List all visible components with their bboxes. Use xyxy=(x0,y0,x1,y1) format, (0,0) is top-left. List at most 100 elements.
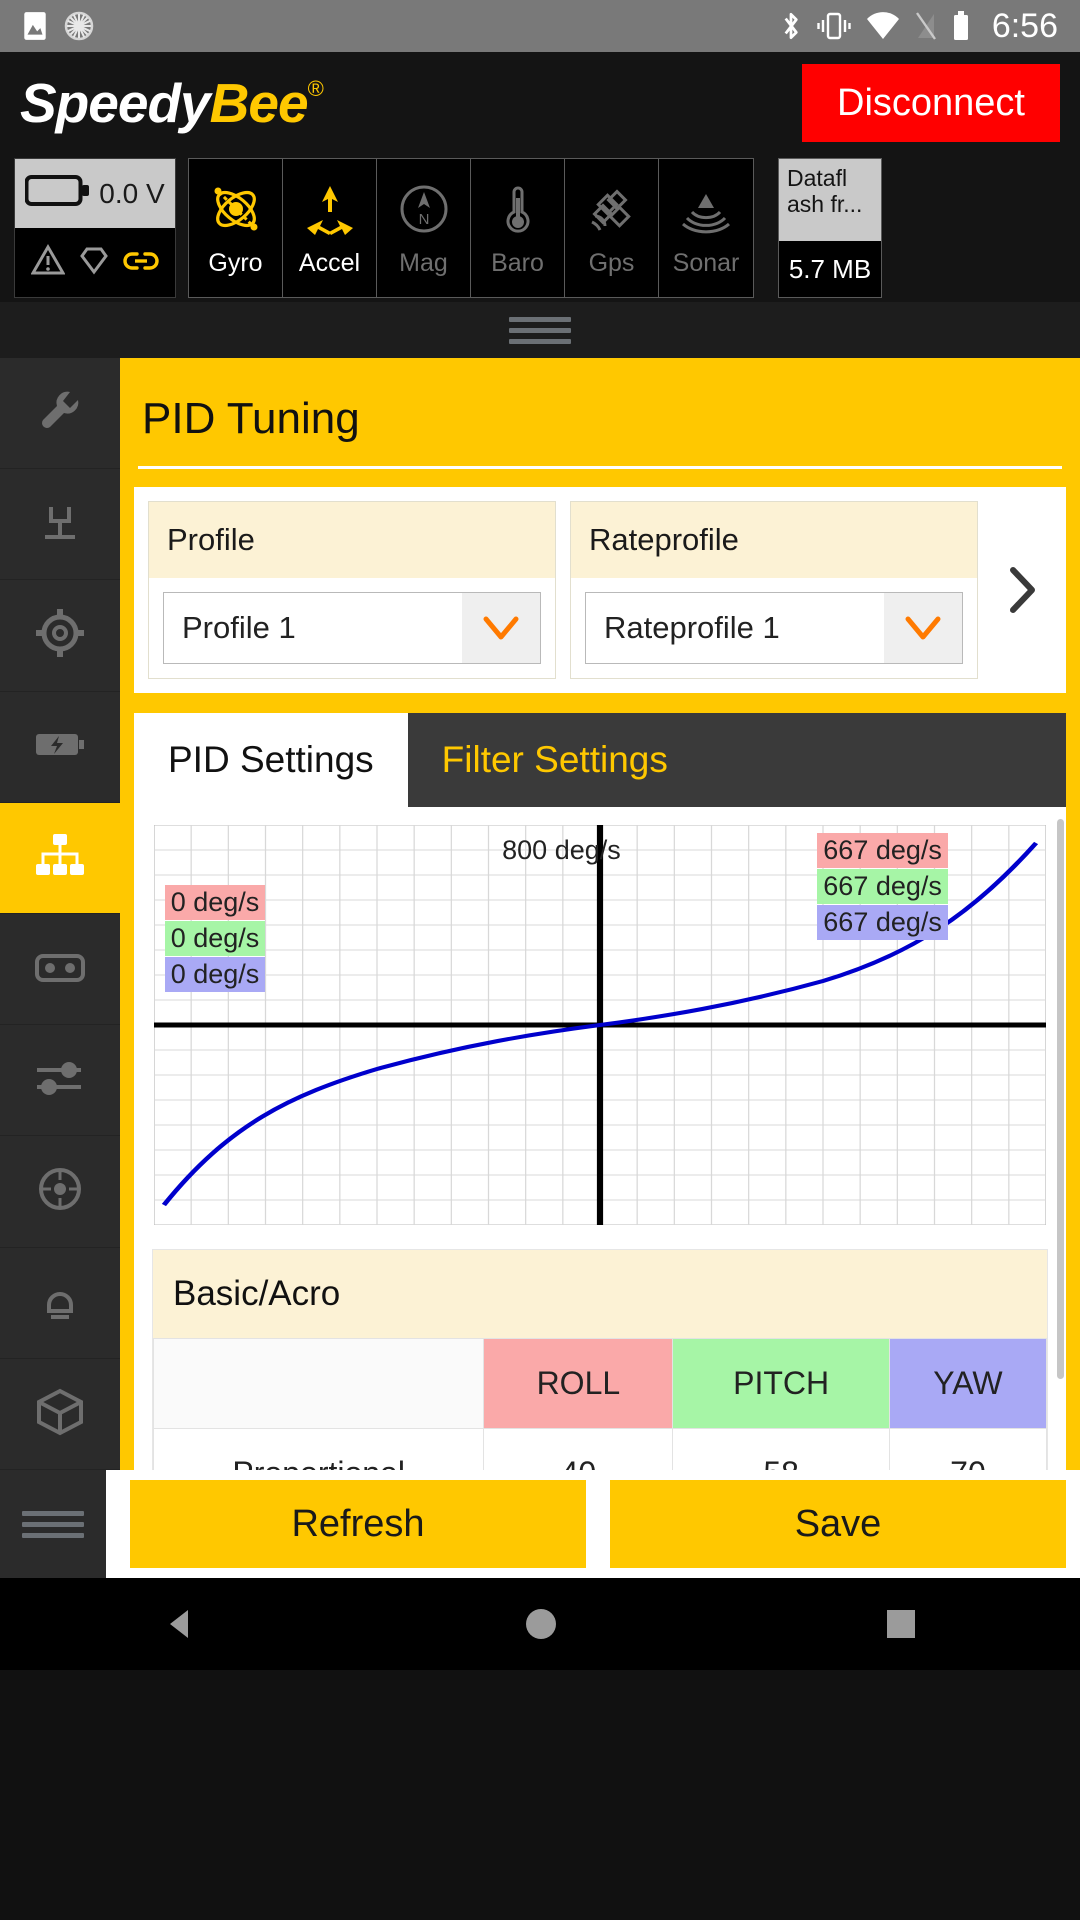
sidebar-item-setup[interactable] xyxy=(0,358,120,470)
rate-curve-chart-wrap: 800 deg/s 0 deg/s 0 deg/s 0 deg/s 667 de… xyxy=(134,807,1066,1235)
chart-left-label-pitch: 0 deg/s xyxy=(164,921,266,956)
compass-icon: N xyxy=(393,178,455,245)
panel-drag-bar[interactable] xyxy=(0,302,1080,358)
tab-filter-settings[interactable]: Filter Settings xyxy=(408,713,702,807)
modes-icon xyxy=(31,1051,89,1110)
battery-outline-icon xyxy=(24,174,91,213)
speedybee-logo: Speedy Bee ® xyxy=(20,71,324,134)
home-circle-icon[interactable] xyxy=(520,1603,562,1645)
vibrate-icon xyxy=(816,10,852,42)
chevron-right-icon[interactable] xyxy=(992,560,1052,620)
sidebar-item-power[interactable] xyxy=(0,692,120,803)
sensor-mag[interactable]: N Mag xyxy=(377,159,471,297)
logo-text-speedy: Speedy xyxy=(20,71,211,134)
android-nav-bar xyxy=(0,1578,1080,1670)
settings-tabs: PID Settings Filter Settings xyxy=(134,713,1066,807)
status-bar-left-icons xyxy=(22,11,94,41)
battery-status-box: 0.0 V xyxy=(14,158,176,298)
battery-bolt-icon xyxy=(31,717,89,776)
image-icon xyxy=(22,11,48,41)
pid-tuning-page: PID Tuning Profile Profile 1 Rateprofile… xyxy=(120,358,1080,1470)
gear-icon xyxy=(33,606,87,665)
back-triangle-icon[interactable] xyxy=(160,1604,200,1644)
pid-settings-panel: 800 deg/s 0 deg/s 0 deg/s 0 deg/s 667 de… xyxy=(134,807,1066,1470)
sensor-sonar-label: Sonar xyxy=(672,249,740,277)
sidebar-menu-button[interactable] xyxy=(0,1470,106,1578)
sidebar-item-receiver[interactable] xyxy=(0,914,120,1026)
recents-square-icon[interactable] xyxy=(882,1605,920,1643)
receiver-icon xyxy=(31,940,89,999)
sidebar-item-pid-tuning[interactable] xyxy=(0,802,120,915)
main-body: PID Tuning Profile Profile 1 Rateprofile… xyxy=(0,358,1080,1471)
wifi-icon xyxy=(866,12,900,40)
sidebar-item-motors[interactable] xyxy=(0,1136,120,1248)
accelerometer-icon xyxy=(299,178,361,245)
chevron-down-icon[interactable] xyxy=(462,593,540,663)
sensor-baro[interactable]: Baro xyxy=(471,159,565,297)
sensor-baro-label: Baro xyxy=(491,249,544,277)
profile-header: Profile xyxy=(149,502,555,578)
satellite-icon xyxy=(581,178,643,245)
flight-status-icons xyxy=(15,228,175,297)
sidebar-nav xyxy=(0,358,120,1471)
sonar-icon xyxy=(675,178,737,245)
pid-table: ROLL PITCH YAW Proportional 40 58 70 xyxy=(152,1338,1048,1470)
sensor-accel-label: Accel xyxy=(298,249,361,277)
profile-select[interactable]: Profile 1 xyxy=(163,592,541,664)
save-button[interactable]: Save xyxy=(610,1480,1066,1568)
disconnect-button[interactable]: Disconnect xyxy=(802,64,1060,142)
cell-proportional-roll[interactable]: 40 xyxy=(483,1428,674,1470)
sensor-mag-label: Mag xyxy=(399,249,448,277)
battery-voltage-row: 0.0 V xyxy=(15,159,175,228)
dataflash-box[interactable]: Datafl ash fr... 5.7 MB xyxy=(778,158,882,298)
sensor-gyro-label: Gyro xyxy=(208,249,263,277)
thermometer-icon xyxy=(487,178,549,245)
chart-right-label-roll: 667 deg/s xyxy=(817,833,948,868)
status-bar-right-icons: 6:56 xyxy=(780,7,1058,46)
logo-text-bee: Bee xyxy=(209,71,309,134)
row-label-proportional: Proportional xyxy=(152,1428,485,1470)
sensor-gps[interactable]: Gps xyxy=(565,159,659,297)
chevron-down-icon[interactable] xyxy=(884,593,962,663)
app-header: Speedy Bee ® Disconnect xyxy=(0,52,1080,154)
chart-left-label-roll: 0 deg/s xyxy=(164,885,266,920)
rateprofile-select-value: Rateprofile 1 xyxy=(586,593,884,663)
pid-table-card: Basic/Acro ROLL PITCH YAW Proportional 4… xyxy=(152,1249,1048,1470)
sidebar-item-led-strip[interactable] xyxy=(0,1248,120,1359)
table-header-blank xyxy=(152,1338,485,1429)
signal-off-icon xyxy=(914,11,938,41)
rate-curve-chart: 800 deg/s 0 deg/s 0 deg/s 0 deg/s 667 de… xyxy=(153,824,1047,1226)
action-bar: Refresh Save xyxy=(0,1470,1080,1578)
pid-node-icon xyxy=(31,828,89,887)
panel-scrollbar[interactable] xyxy=(1057,819,1064,1379)
sensor-buttons: Gyro Accel N Mag Baro Gps Sonar xyxy=(188,158,754,298)
bluetooth-icon xyxy=(780,9,802,43)
cell-proportional-yaw[interactable]: 70 xyxy=(888,1428,1048,1470)
sidebar-item-modes[interactable] xyxy=(0,1025,120,1137)
refresh-button[interactable]: Refresh xyxy=(130,1480,586,1568)
sensor-accel[interactable]: Accel xyxy=(283,159,377,297)
chart-right-label-pitch: 667 deg/s xyxy=(817,869,948,904)
rateprofile-select[interactable]: Rateprofile 1 xyxy=(585,592,963,664)
loading-spinner-icon xyxy=(64,11,94,41)
sensor-sonar[interactable]: Sonar xyxy=(659,159,753,297)
profile-selector-card: Profile Profile 1 Rateprofile Rateprofil… xyxy=(134,487,1066,693)
sidebar-item-blackbox[interactable] xyxy=(0,1359,120,1471)
warning-icon xyxy=(30,243,66,281)
title-divider xyxy=(138,466,1062,469)
sensor-gyro[interactable]: Gyro xyxy=(189,159,283,297)
chart-center-label: 800 deg/s xyxy=(502,835,621,865)
cell-proportional-pitch[interactable]: 58 xyxy=(672,1428,890,1470)
dataflash-label: Datafl ash fr... xyxy=(779,159,881,241)
propeller-icon xyxy=(31,1162,89,1221)
sidebar-item-configuration[interactable] xyxy=(0,580,120,692)
battery-icon xyxy=(952,10,970,42)
tab-pid-settings[interactable]: PID Settings xyxy=(134,713,408,807)
sidebar-item-ports[interactable] xyxy=(0,469,120,581)
led-icon xyxy=(31,1273,89,1332)
sensor-status-strip: 0.0 V Gyro Accel N Mag Baro Gps Sonar Da… xyxy=(0,154,1080,302)
table-header-roll: ROLL xyxy=(483,1338,674,1429)
dataflash-value: 5.7 MB xyxy=(779,241,881,297)
box-icon xyxy=(31,1384,89,1443)
app-window: 6:56 Speedy Bee ® Disconnect 0.0 V Gyro … xyxy=(0,0,1080,1920)
